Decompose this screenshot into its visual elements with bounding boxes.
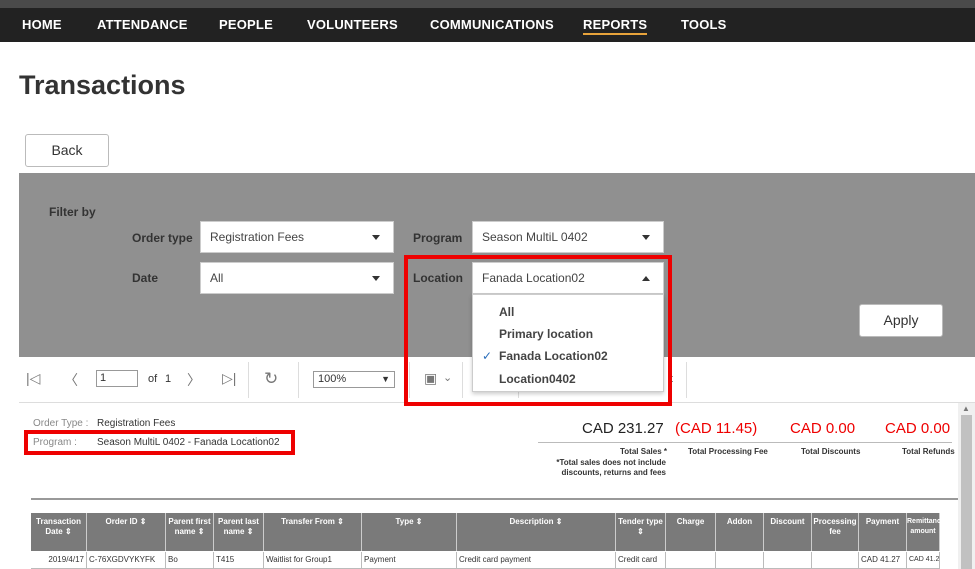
th-addon[interactable]: Addon [716,513,764,551]
cell-discount [764,552,812,569]
page-number-input[interactable]: 1 [96,370,138,387]
th-description[interactable]: Description ⇕ [457,513,616,551]
cell-transfer-from: Waitlist for Group1 [264,552,362,569]
total-processing-fee-value: (CAD 11.45) [675,420,758,437]
chevron-down-icon [642,235,650,240]
cell-transaction-date: 2019/4/17 [31,552,87,569]
next-page-icon[interactable]: 〉 [187,370,201,390]
toolbar-divider [248,362,249,398]
highlight-box-program [24,430,295,455]
page-total: 1 [165,373,172,385]
total-sales-value: CAD 231.27 [582,420,664,437]
order-type-select[interactable]: Registration Fees [200,221,394,253]
sort-icon: ⇕ [637,527,644,536]
nav-communications[interactable]: COMMUNICATIONS [430,17,554,32]
cell-parent-last-name: T415 [214,552,264,569]
order-type-label: Order type [132,231,193,245]
nav-tools[interactable]: TOOLS [681,17,727,32]
nav-attendance[interactable]: ATTENDANCE [97,17,188,32]
th-payment[interactable]: Payment [859,513,907,551]
th-charge[interactable]: Charge [666,513,716,551]
note-line-2: discounts, returns and fees [561,468,666,477]
page-title: Transactions [19,70,186,100]
toolbar-divider [686,362,687,398]
scroll-thumb[interactable] [961,415,972,569]
date-label: Date [132,271,159,285]
nav-home[interactable]: HOME [22,17,62,32]
th-transaction-date[interactable]: Transaction Date ⇕ [31,513,87,551]
cell-charge [666,552,716,569]
th-parent-last-name[interactable]: Parent last name ⇕ [214,513,264,551]
chevron-down-icon [372,276,380,281]
cell-description: Credit card payment [457,552,616,569]
sort-icon: ⇕ [139,517,147,526]
order-type-value: Registration Fees [210,230,305,244]
scroll-up-icon[interactable]: ▲ [962,404,970,413]
sort-icon: ⇕ [246,527,254,536]
sort-icon: ⇕ [197,527,205,536]
total-refunds-value: CAD 0.00 [885,420,951,437]
th-remittance-amount[interactable]: Remittance amount [907,513,945,551]
th-type[interactable]: Type ⇕ [362,513,457,551]
total-processing-fee-label: Total Processing Fee [688,447,768,456]
cell-tender-type: Credit card [616,552,666,569]
sort-icon: ⇕ [555,517,563,526]
cell-type: Payment [362,552,457,569]
th-tender-type[interactable]: Tender type ⇕ [616,513,666,551]
filter-heading: Filter by [49,205,96,219]
total-sales-label: Total Sales * [620,447,667,456]
cell-parent-first-name: Bo [166,552,214,569]
report-order-type-label: Order Type : [33,418,89,429]
th-discount[interactable]: Discount [764,513,812,551]
th-transfer-from[interactable]: Transfer From ⇕ [264,513,362,551]
first-page-icon[interactable]: |◁ [26,370,40,387]
cell-payment: CAD 41.27 [859,552,907,569]
top-strip [0,0,975,8]
sort-icon: ⇕ [337,517,344,526]
last-page-icon[interactable]: ▷| [222,370,236,387]
th-processing-fee[interactable]: Processing fee [812,513,859,551]
toolbar-divider [298,362,299,398]
report-divider [31,498,958,500]
nav-reports[interactable]: REPORTS [583,17,648,35]
zoom-value: 100% [318,373,347,385]
date-value: All [210,271,224,285]
th-order-id[interactable]: Order ID ⇕ [87,513,166,551]
sort-icon: ⇕ [415,517,423,526]
sort-icon: ⇕ [64,527,72,536]
refresh-icon[interactable]: ↻ [264,369,278,389]
chevron-down-icon: ▼ [381,374,390,384]
back-button[interactable]: Back [25,134,109,167]
apply-button[interactable]: Apply [859,304,943,337]
total-refunds-label: Total Refunds [902,447,955,456]
cell-addon [716,552,764,569]
total-discounts-value: CAD 0.00 [790,420,856,437]
summary-divider [538,442,952,443]
cell-remittance-amount: CAD 41.27 [907,552,940,569]
program-select[interactable]: Season MultiL 0402 [472,221,664,253]
total-sales-note: *Total sales does not include discounts,… [540,458,666,478]
cell-order-id[interactable]: C-76XGDVYKYFK [87,552,166,569]
total-discounts-label: Total Discounts [801,447,861,456]
th-parent-first-name[interactable]: Parent first name ⇕ [166,513,214,551]
program-label: Program [413,231,463,245]
prev-page-icon[interactable]: 〈 [64,370,78,390]
nav-people[interactable]: PEOPLE [219,17,273,32]
main-nav: HOME ATTENDANCE PEOPLE VOLUNTEERS COMMUN… [0,8,975,42]
note-line-1: *Total sales does not include [556,458,666,467]
nav-volunteers[interactable]: VOLUNTEERS [307,17,398,32]
highlight-box-location [404,255,672,406]
cell-processing-fee [812,552,859,569]
date-select[interactable]: All [200,262,394,294]
report-order-type-value: Registration Fees [97,418,176,429]
program-value: Season MultiL 0402 [482,230,588,244]
chevron-down-icon [372,235,380,240]
zoom-select[interactable]: 100% ▼ [313,371,395,388]
page-of-label: of [148,373,158,385]
